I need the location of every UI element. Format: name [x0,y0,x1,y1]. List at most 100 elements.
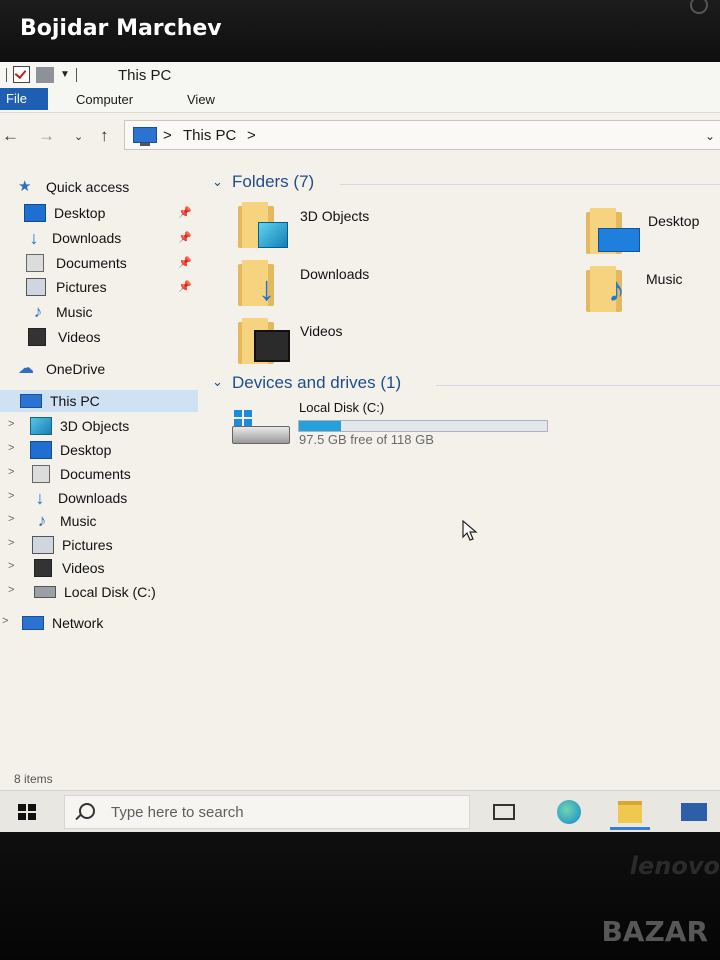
taskbar-search-box[interactable]: Type here to search [64,795,470,829]
nav-pc-music[interactable]: ♪ Music [32,510,97,532]
folder-label[interactable]: Music [646,271,683,287]
music-icon: ♪ [33,302,43,321]
downloads-icon: ↓ [35,488,45,508]
pin-icon[interactable]: 📌 [178,256,192,269]
pin-icon[interactable]: 📌 [178,206,192,219]
nav-quick-music[interactable]: ♪ Music [28,301,93,323]
new-folder-icon[interactable] [36,66,54,83]
folder-music[interactable]: ♪ [586,266,638,312]
tab-computer[interactable]: Computer [76,92,133,107]
expand-chevron-icon[interactable]: > [8,560,14,572]
nav-pc-videos[interactable]: Videos [34,557,105,579]
nav-network[interactable]: Network [22,612,103,634]
recent-locations-icon[interactable]: ⌄ [74,130,83,143]
nav-pc-desktop[interactable]: Desktop [30,439,111,461]
address-dropdown-icon[interactable]: ⌄ [705,129,715,143]
nav-pc-local-disk[interactable]: Local Disk (C:) [34,581,156,603]
nav-label: Music [56,304,93,320]
nav-quick-pictures[interactable]: Pictures [26,276,107,298]
nav-quick-desktop[interactable]: Desktop [24,202,105,224]
collapse-chevron-icon[interactable]: ⌄ [212,174,223,190]
expand-chevron-icon[interactable]: > [8,442,14,454]
nav-label: Pictures [62,537,113,553]
up-arrow-icon[interactable]: ↑ [100,126,109,146]
nav-pc-documents[interactable]: Documents [32,463,131,485]
nav-quick-documents[interactable]: Documents [26,252,127,274]
nav-label: Videos [58,329,101,345]
properties-icon[interactable] [13,66,30,83]
collapse-chevron-icon[interactable]: ⌄ [212,374,223,390]
nav-quick-videos[interactable]: Videos [28,326,101,348]
drive-name[interactable]: Local Disk (C:) [299,400,384,415]
expand-chevron-icon[interactable]: > [8,537,14,549]
folder-label[interactable]: Videos [300,323,343,339]
expand-chevron-icon[interactable]: > [8,418,14,430]
tab-file[interactable]: File [0,88,48,110]
divider [340,184,720,185]
start-button[interactable] [18,804,36,820]
local-disk-icon[interactable] [232,410,290,444]
back-arrow-icon[interactable]: ← [2,126,19,146]
devices-heading[interactable]: Devices and drives (1) [232,373,401,393]
customize-toolbar-icon[interactable]: ▼ [60,69,70,80]
expand-chevron-icon[interactable]: > [8,513,14,525]
drive-usage-bar [298,420,548,432]
edge-button[interactable] [549,797,589,827]
pin-icon[interactable]: 📌 [178,280,192,293]
expand-chevron-icon[interactable]: > [2,615,8,627]
divider [75,67,77,82]
network-icon [22,616,44,630]
folder-3d-objects[interactable] [238,202,290,248]
nav-label: This PC [50,393,100,409]
mail-button[interactable] [674,797,714,827]
downloads-icon: ↓ [258,270,275,308]
forward-arrow-icon[interactable]: → [38,126,55,146]
brand-logo: lenovo [629,852,720,880]
nav-label: Desktop [54,205,106,221]
file-explorer-button[interactable] [610,797,650,830]
videos-icon [34,559,52,577]
navigation-bar: ← → ⌄ ↑ > This PC > ⌄ [0,112,720,158]
divider [6,67,7,82]
downloads-icon: ↓ [29,228,39,248]
folder-videos[interactable] [238,318,290,364]
drive-body [232,426,290,444]
folder-desktop[interactable] [586,208,640,254]
nav-quick-downloads[interactable]: ↓ Downloads [24,227,122,249]
pictures-icon [26,278,46,296]
breadcrumb-separator[interactable]: > [247,127,256,144]
expand-chevron-icon[interactable]: > [8,490,14,502]
folder-label[interactable]: Desktop [648,213,699,229]
window-title: This PC [118,67,172,84]
breadcrumb-this-pc[interactable]: This PC [183,127,236,144]
drive-free-space: 97.5 GB free of 118 GB [299,432,434,447]
desktop-icon [24,204,46,222]
breadcrumb-separator[interactable]: > [163,127,172,144]
title-bar: ▼ This PC [0,62,720,86]
nav-this-pc[interactable]: This PC [0,390,198,412]
nav-pc-3d-objects[interactable]: 3D Objects [30,415,129,437]
nav-quick-access[interactable]: ★ Quick access [18,176,129,198]
folders-heading[interactable]: Folders (7) [232,172,314,192]
task-view-button[interactable] [484,797,524,827]
navigation-pane: ★ Quick access Desktop 📌 ↓ Downloads 📌 D… [0,158,198,778]
videos-icon [28,328,46,346]
folder-label[interactable]: 3D Objects [300,208,369,224]
status-item-count: 8 items [14,772,53,786]
star-icon: ★ [18,178,32,195]
nav-label: Local Disk (C:) [64,584,156,600]
folder-label[interactable]: Downloads [300,266,369,282]
expand-chevron-icon[interactable]: > [8,466,14,478]
nav-pc-downloads[interactable]: ↓ Downloads [30,487,128,509]
nav-pc-pictures[interactable]: Pictures [32,534,113,556]
address-bar[interactable]: > This PC > ⌄ [124,120,720,150]
expand-chevron-icon[interactable]: > [8,584,14,596]
nav-label: Quick access [46,179,130,195]
nav-label: Music [60,513,97,529]
nav-onedrive[interactable]: ☁ OneDrive [18,358,105,380]
tab-view[interactable]: View [187,92,215,107]
nav-label: Desktop [60,442,112,458]
folder-downloads[interactable]: ↓ [238,260,290,306]
camera-icon [690,0,708,14]
pin-icon[interactable]: 📌 [178,231,192,244]
